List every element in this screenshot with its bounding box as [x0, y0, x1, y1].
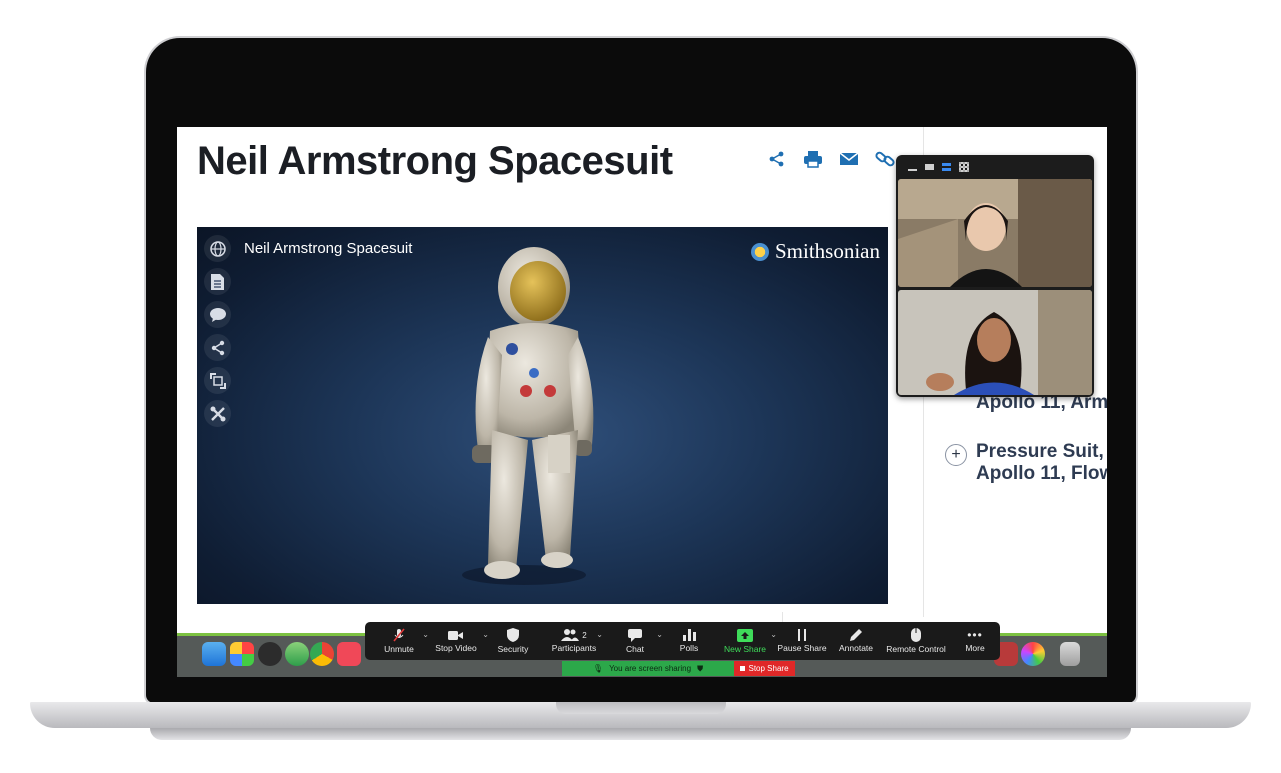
video-panel-controls: [896, 155, 1094, 179]
spacesuit-model: [462, 247, 594, 585]
smithsonian-brand: Smithsonian: [774, 239, 880, 263]
pencil-icon: [850, 629, 862, 641]
stop-square-icon: [740, 666, 746, 671]
mouse-icon: [911, 628, 921, 642]
laptop-notch: [556, 702, 726, 714]
shield-icon: [507, 628, 519, 642]
active-speaker-icon[interactable]: [942, 163, 951, 171]
more-dots-icon: •••: [967, 628, 983, 642]
maps-icon[interactable]: [285, 642, 309, 666]
share-icon[interactable]: [204, 334, 231, 361]
participant-count: 2: [582, 630, 587, 640]
polls-icon: [682, 629, 696, 641]
page-title: Neil Armstrong Spacesuit: [197, 139, 673, 183]
remote-control-button[interactable]: Remote Control: [881, 622, 951, 660]
more-button[interactable]: ••• More: [951, 622, 999, 660]
shield-icon: ⛊: [697, 663, 704, 673]
news-icon[interactable]: [337, 642, 361, 666]
launchpad-icon[interactable]: [230, 642, 254, 666]
laptop-base-edge: [150, 728, 1131, 740]
creative-cloud-icon[interactable]: [1021, 642, 1045, 666]
speaker-view-icon[interactable]: [925, 164, 934, 170]
participant-video-1[interactable]: [898, 179, 1092, 287]
globe-icon[interactable]: [204, 235, 231, 262]
new-share-button[interactable]: New Share ⌄: [717, 622, 777, 660]
expand-plus-icon[interactable]: +: [945, 444, 967, 466]
link-icon[interactable]: [875, 149, 895, 169]
minimize-icon[interactable]: [908, 169, 917, 171]
pause-icon: [798, 629, 806, 641]
sun-icon: [750, 242, 769, 261]
chevron-down-icon[interactable]: ⌄: [596, 630, 603, 639]
page-tools: [767, 149, 895, 169]
new-share-icon: [737, 628, 753, 642]
annotate-button[interactable]: Annotate: [831, 622, 881, 660]
chat-button[interactable]: Chat ⌄: [609, 622, 663, 660]
email-icon[interactable]: [839, 149, 859, 169]
participants-icon: [561, 629, 580, 641]
zoom-meeting-toolbar: Unmute ⌄ Stop Video ⌄ Security 2 Partici…: [365, 622, 1000, 660]
video-camera-icon: [448, 631, 463, 640]
finder-icon[interactable]: [202, 642, 226, 666]
gallery-view-icon[interactable]: [959, 162, 969, 172]
stop-share-button[interactable]: Stop Share: [734, 661, 795, 676]
smithsonian-logo: Smithsonian: [750, 239, 880, 264]
viewer-side-toolbar: [204, 235, 231, 427]
polls-button[interactable]: Polls: [661, 622, 717, 660]
participant-video-2[interactable]: [898, 290, 1092, 395]
unmute-button[interactable]: Unmute ⌄: [373, 622, 429, 660]
chat-bubble-icon: [628, 628, 642, 642]
zoom-video-panel: [896, 155, 1094, 397]
security-button[interactable]: Security: [487, 622, 539, 660]
muted-mic-icon: 🎙: [592, 664, 604, 673]
right-item-4[interactable]: Pressure Suit, Apollo 11, Flow: [976, 441, 1107, 485]
sharing-indicator[interactable]: 🎙 You are screen sharing ⛊: [562, 661, 734, 676]
comment-icon[interactable]: [204, 301, 231, 328]
3d-model-viewer[interactable]: Neil Armstrong Spacesuit Smithsonian: [197, 227, 888, 604]
pause-share-button[interactable]: Pause Share: [773, 622, 831, 660]
share-icon[interactable]: [767, 149, 787, 169]
screen-share-status-bar: 🎙 You are screen sharing ⛊ Stop Share: [562, 661, 795, 676]
trash-icon[interactable]: [1060, 642, 1080, 666]
stop-video-button[interactable]: Stop Video ⌄: [425, 622, 489, 660]
system-preferences-icon[interactable]: [258, 642, 282, 666]
viewer-title: Neil Armstrong Spacesuit: [244, 240, 413, 257]
muted-mic-icon: [393, 628, 405, 642]
document-icon[interactable]: [204, 268, 231, 295]
chrome-icon[interactable]: [310, 642, 334, 666]
expand-icon[interactable]: [204, 367, 231, 394]
print-icon[interactable]: [803, 149, 823, 169]
participants-button[interactable]: 2 Participants ⌄: [539, 622, 609, 660]
tools-icon[interactable]: [204, 400, 231, 427]
